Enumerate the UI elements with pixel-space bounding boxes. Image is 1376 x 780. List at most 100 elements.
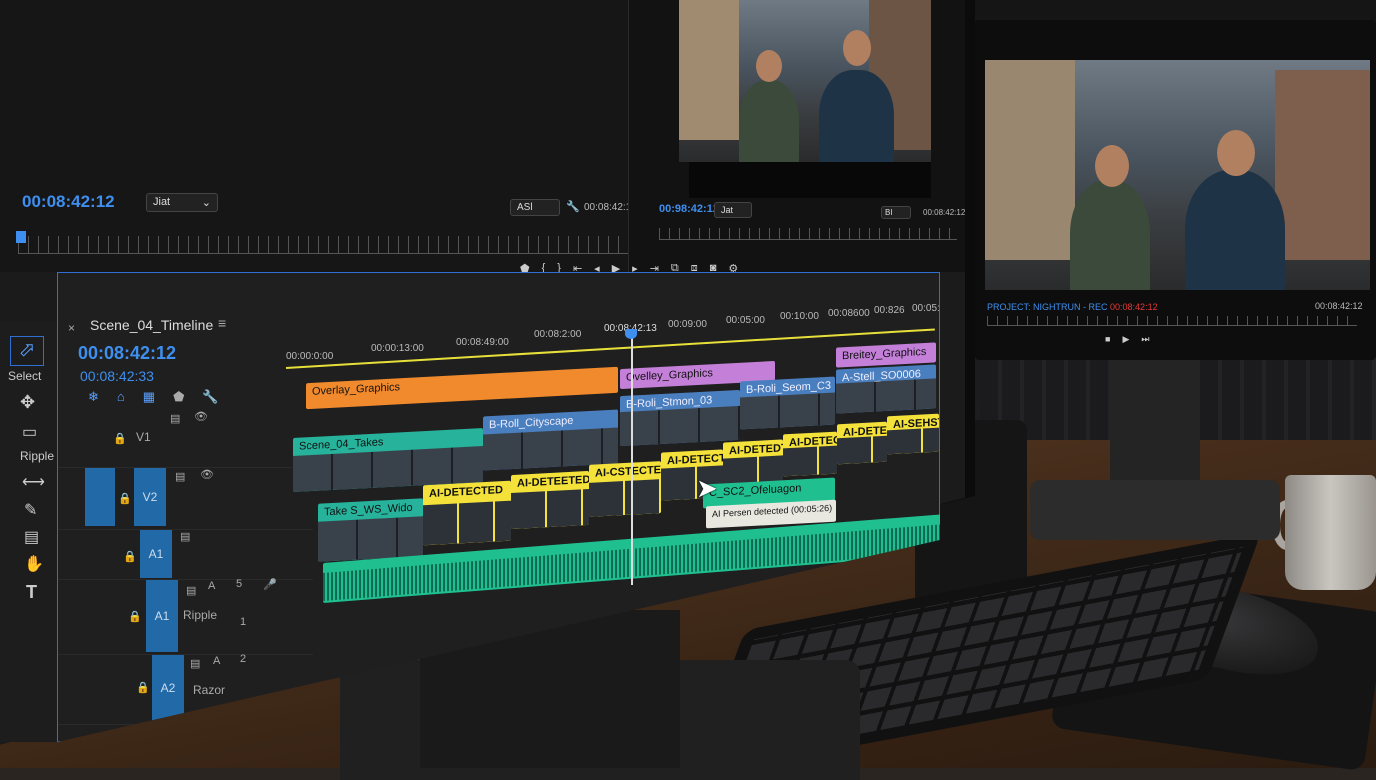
slip-tool-icon[interactable]: ▤: [24, 527, 39, 547]
coffee-mug: [1285, 475, 1376, 590]
program-quality-dropdown[interactable]: BI: [881, 206, 911, 219]
panel-menu-icon[interactable]: ≡: [218, 315, 226, 331]
snap-icon[interactable]: ❄: [88, 389, 99, 405]
clip-scene-takes[interactable]: Scene_04_Takes: [293, 428, 483, 492]
timeline-playhead[interactable]: [631, 335, 633, 585]
program-video: [679, 0, 931, 162]
mark-in-icon[interactable]: ■: [1105, 334, 1110, 345]
type-tool-icon[interactable]: T: [26, 582, 37, 603]
play-icon[interactable]: ▶: [1122, 334, 1129, 345]
source-monitor: 00:08:42:12 Jiat ⌄ ASl 🔧 00:08:42:12: [0, 0, 638, 272]
clip-ai-detected-6[interactable]: AI-DETECTED: [783, 431, 837, 477]
move-tool-icon[interactable]: ✥: [20, 392, 35, 413]
tools-panel: ⬀ Select ✥ ▭ Ripple ⟷ ✎ ▤ ✋ T: [0, 322, 57, 742]
film-icon[interactable]: ▤: [180, 530, 190, 543]
track-a-letter: A: [213, 655, 221, 667]
wrench-icon[interactable]: 🔧: [566, 200, 580, 213]
program-timecode[interactable]: 00:98:42:12: [659, 203, 719, 215]
second-monitor: PROJECT: NIGHTRUN - REC 00:08:42:12 00:0…: [975, 20, 1376, 360]
microphone-icon[interactable]: 🎤: [263, 578, 277, 591]
track-header-v1: 🔒 V1 ▤ 👁: [58, 408, 313, 468]
track-label-a1-audio[interactable]: A1: [146, 580, 178, 652]
ruler-label: 00:05:00: [726, 315, 765, 326]
track-header-a1-ripple: 🔒 A1 ▤ A 5 🎤 Ripple 1: [58, 578, 313, 655]
program-video-large: [985, 60, 1370, 290]
ruler-label: 00:08:49:00: [456, 337, 509, 348]
ruler-label: 00:826: [874, 305, 905, 316]
rate-stretch-icon[interactable]: ⟷: [22, 472, 45, 492]
program-monitor: 00:98:42:12 Jat BI 00:08:42:12: [628, 0, 965, 272]
second-transport[interactable]: ■ ▶ ⏭: [1105, 334, 1149, 345]
sequence-tab[interactable]: Scene_04_Timeline: [90, 317, 213, 333]
program-ruler[interactable]: [659, 228, 957, 240]
ruler-label: 00:00:13:00: [371, 343, 424, 354]
track-header-a1: 🔒 A1 ▤: [58, 530, 313, 580]
select-label: Select: [8, 369, 42, 383]
clip-ai-detected-2[interactable]: AI-DETEETED: [511, 470, 589, 530]
track-label-v1: V1: [136, 430, 151, 444]
razor-track-label: Razor: [193, 683, 226, 697]
clip-take-ws[interactable]: Take S_WS_Wido: [318, 498, 423, 562]
film-icon[interactable]: ▤: [186, 584, 196, 597]
source-fit-dropdown[interactable]: Jiat ⌄: [146, 193, 218, 212]
source-patch-v2[interactable]: [85, 468, 115, 526]
source-ruler[interactable]: [18, 236, 638, 254]
ruler-label: 00:10:00: [780, 311, 819, 322]
linked-selection-icon[interactable]: ⌂: [117, 389, 125, 405]
clip-ai-detected-3[interactable]: AI-CSTECTED: [589, 461, 661, 517]
clip-ai-detected-7[interactable]: AI-DETECTED: [837, 421, 887, 465]
track-header-v2: 🔒 V2 ▤ 👁: [58, 468, 313, 530]
pen-tool-icon[interactable]: ✎: [24, 500, 37, 520]
second-ruler[interactable]: [987, 316, 1357, 326]
program-timecode-right: 00:08:42:12: [923, 208, 966, 217]
ripple-label: Ripple: [20, 449, 55, 463]
timeline-settings-icon[interactable]: 🔧: [202, 389, 218, 405]
selection-tool-icon[interactable]: ⬀: [10, 336, 44, 366]
ruler-label: 00:00:0:00: [286, 351, 334, 362]
timeline-toolbar: ❄ ⌂ ▦ ⬟ 🔧: [88, 389, 219, 405]
clip-broll-4[interactable]: A-Stell_SO0006: [836, 364, 936, 414]
mouse-cursor-icon: ➤: [696, 473, 718, 503]
timeline-timecode[interactable]: 00:08:42:12: [78, 343, 176, 364]
lock-icon[interactable]: 🔒: [128, 610, 142, 623]
ruler-label: 00:09:00: [668, 319, 707, 330]
second-monitor-stand: [1110, 360, 1200, 500]
track-label-a1[interactable]: A1: [140, 530, 172, 578]
source-timecode[interactable]: 00:08:42:12: [22, 192, 115, 212]
second-timecode-right: 00:08:42:12: [1315, 301, 1363, 311]
track-channel: 1: [240, 616, 247, 628]
nest-icon[interactable]: ▦: [143, 389, 155, 405]
film-icon[interactable]: ▤: [175, 470, 185, 483]
track-label-v2[interactable]: V2: [134, 468, 166, 526]
track-number: 5: [236, 578, 243, 590]
clip-broll-3[interactable]: B-Roli_Seom_C3: [740, 376, 835, 430]
project-status: PROJECT: NIGHTRUN - REC 00:08:42:12: [987, 302, 1158, 312]
eye-icon[interactable]: 👁: [194, 410, 208, 423]
clip-broll-cityscape[interactable]: B-Roll_Cityscape: [483, 409, 618, 471]
source-playhead[interactable]: [16, 231, 26, 243]
ripple-tool-icon[interactable]: ▭: [22, 422, 37, 442]
track-label-a2[interactable]: A2: [152, 655, 184, 721]
hand-tool-icon[interactable]: ✋: [24, 554, 44, 574]
program-fit-dropdown[interactable]: Jat: [714, 202, 752, 218]
clip-ai-detected-1[interactable]: AI-DETECTED: [423, 480, 511, 546]
film-icon[interactable]: ▤: [170, 412, 180, 425]
lock-icon[interactable]: 🔒: [118, 492, 132, 505]
clip-broll-2[interactable]: B-Roli_Stmon_03: [620, 389, 740, 447]
eye-icon[interactable]: 👁: [200, 468, 214, 481]
close-icon[interactable]: ×: [68, 321, 75, 335]
clip-ai-detected-8[interactable]: AI-SEHSTO: [887, 413, 939, 455]
track-number: 2: [240, 653, 247, 665]
ruler-label: 00:08600: [828, 308, 870, 319]
clip-overlay-graphics[interactable]: Overlay_Graphics: [306, 366, 618, 410]
film-icon[interactable]: ▤: [190, 657, 200, 670]
playhead-handle[interactable]: [625, 329, 637, 339]
second-monitor-base: [1030, 480, 1280, 540]
marker-add-icon[interactable]: ⬟: [173, 389, 184, 405]
lock-icon[interactable]: 🔒: [123, 550, 137, 563]
lock-icon[interactable]: 🔒: [113, 432, 127, 445]
timeline-timecode-secondary: 00:08:42:33: [80, 368, 154, 384]
step-forward-icon[interactable]: ⏭: [1141, 334, 1149, 345]
source-quality-dropdown[interactable]: ASl: [510, 199, 560, 216]
lock-icon[interactable]: 🔒: [136, 681, 150, 694]
